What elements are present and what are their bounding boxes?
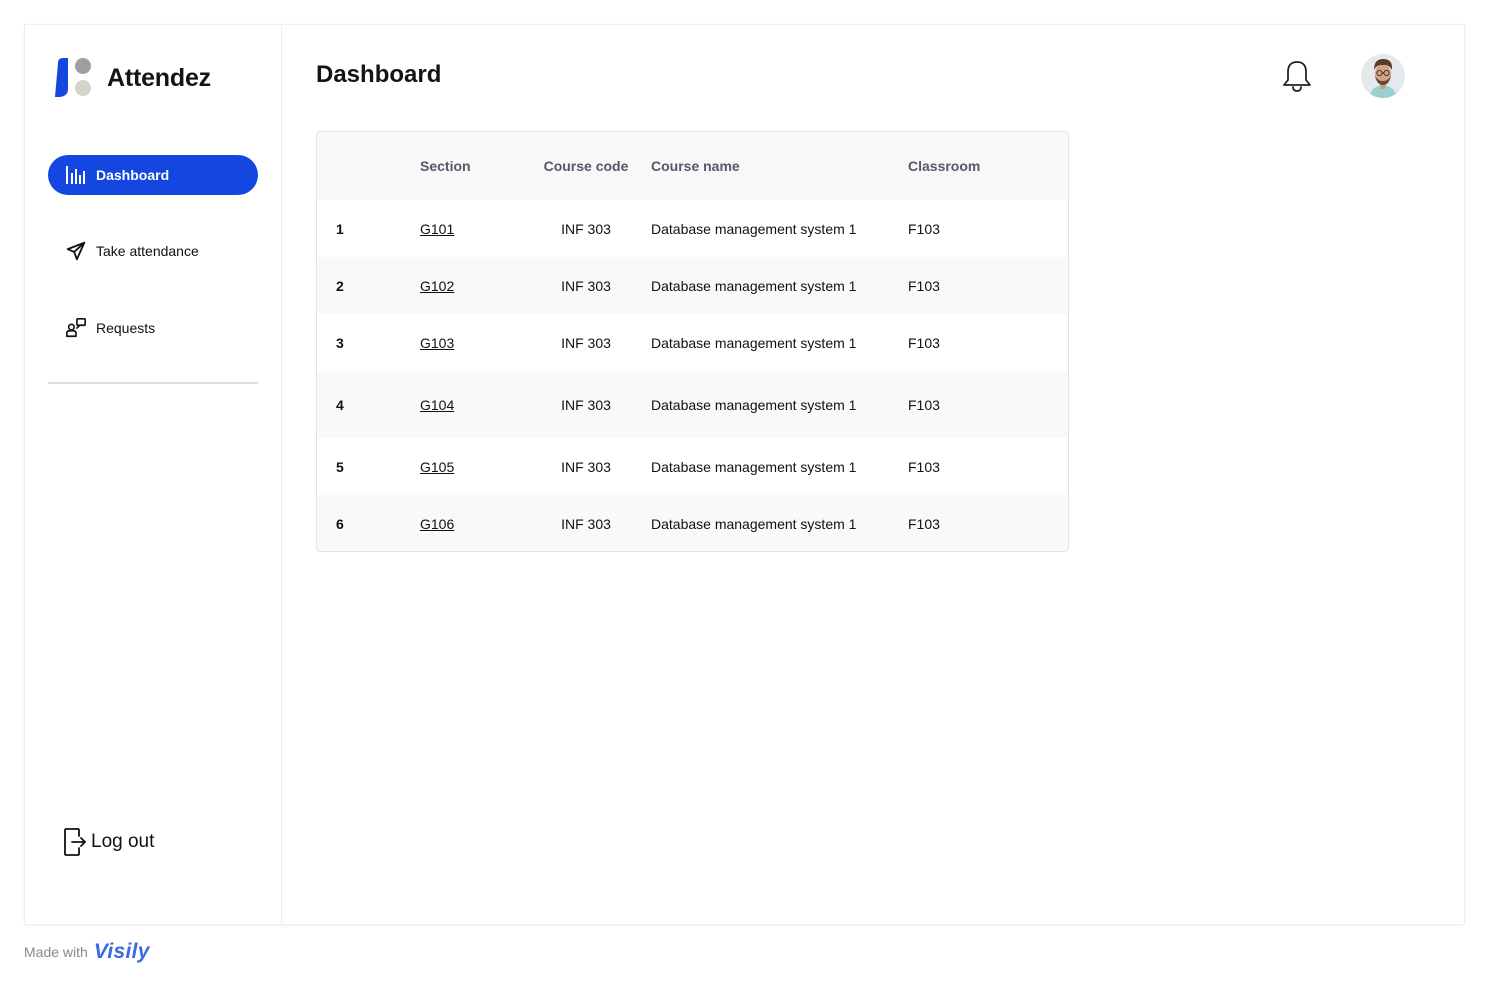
requests-icon [64,316,88,340]
app-frame: Attendez Dashboard Take attendance Reque… [25,25,1464,924]
column-header-course-name: Course name [651,132,908,200]
sidebar-item-label: Requests [96,320,156,336]
sidebar-item-requests[interactable]: Requests [48,308,258,348]
section-link[interactable]: G103 [420,335,454,351]
sidebar-item-label: Take attendance [96,243,199,259]
notification-bell-icon[interactable] [1280,58,1314,94]
section-link[interactable]: G101 [420,221,454,237]
column-header-section: Section [420,132,521,200]
course-name: Database management system 1 [651,371,908,438]
table-row[interactable]: 1 G101 INF 303 Database management syste… [317,200,1068,257]
row-index: 4 [317,371,420,438]
row-index: 3 [317,314,420,371]
section-link[interactable]: G104 [420,397,454,413]
course-code: INF 303 [521,200,651,257]
visily-logo: Visily [93,940,150,963]
paper-plane-icon [64,239,88,263]
row-index: 1 [317,200,420,257]
course-code: INF 303 [521,371,651,438]
sidebar-divider [48,382,258,384]
classroom: F103 [908,438,1068,495]
column-header-classroom: Classroom [908,132,1068,200]
section-link[interactable]: G102 [420,278,454,294]
app-logo[interactable]: Attendez [52,56,211,100]
row-index: 6 [317,495,420,551]
classroom: F103 [908,257,1068,314]
course-code: INF 303 [521,257,651,314]
sidebar: Attendez Dashboard Take attendance Reque… [25,25,282,924]
logout-icon [63,826,89,858]
page-title: Dashboard [316,61,442,88]
column-header-course-code: Course code [521,132,651,200]
section-link[interactable]: G105 [420,459,454,475]
logout-label: Log out [91,831,155,852]
column-header-index [317,132,420,200]
course-code: INF 303 [521,495,651,551]
course-name: Database management system 1 [651,438,908,495]
row-index: 5 [317,438,420,495]
classroom: F103 [908,371,1068,438]
made-with-footer[interactable]: Made with Visily [24,940,150,964]
sidebar-item-take-attendance[interactable]: Take attendance [48,231,258,271]
courses-table: Section Course code Course name Classroo… [316,131,1069,552]
user-avatar[interactable] [1361,54,1405,98]
table-row[interactable]: 6 G106 INF 303 Database management syste… [317,495,1068,551]
table-row[interactable]: 5 G105 INF 303 Database management syste… [317,438,1068,495]
course-name: Database management system 1 [651,257,908,314]
sidebar-item-dashboard[interactable]: Dashboard [48,155,258,195]
course-name: Database management system 1 [651,314,908,371]
table-header-row: Section Course code Course name Classroo… [317,132,1068,200]
app-name: Attendez [107,63,211,92]
table-row[interactable]: 2 G102 INF 303 Database management syste… [317,257,1068,314]
classroom: F103 [908,200,1068,257]
sidebar-item-label: Dashboard [96,167,170,183]
row-index: 2 [317,257,420,314]
logo-icon [52,56,96,100]
course-name: Database management system 1 [651,495,908,551]
classroom: F103 [908,314,1068,371]
table-row[interactable]: 3 G103 INF 303 Database management syste… [317,314,1068,371]
course-name: Database management system 1 [651,200,908,257]
table-row[interactable]: 4 G104 INF 303 Database management syste… [317,371,1068,438]
classroom: F103 [908,495,1068,551]
section-link[interactable]: G106 [420,516,454,532]
course-code: INF 303 [521,438,651,495]
course-code: INF 303 [521,314,651,371]
logout-button[interactable]: Log out [63,826,154,858]
bar-chart-icon [64,163,88,187]
made-with-label: Made with [24,944,88,960]
